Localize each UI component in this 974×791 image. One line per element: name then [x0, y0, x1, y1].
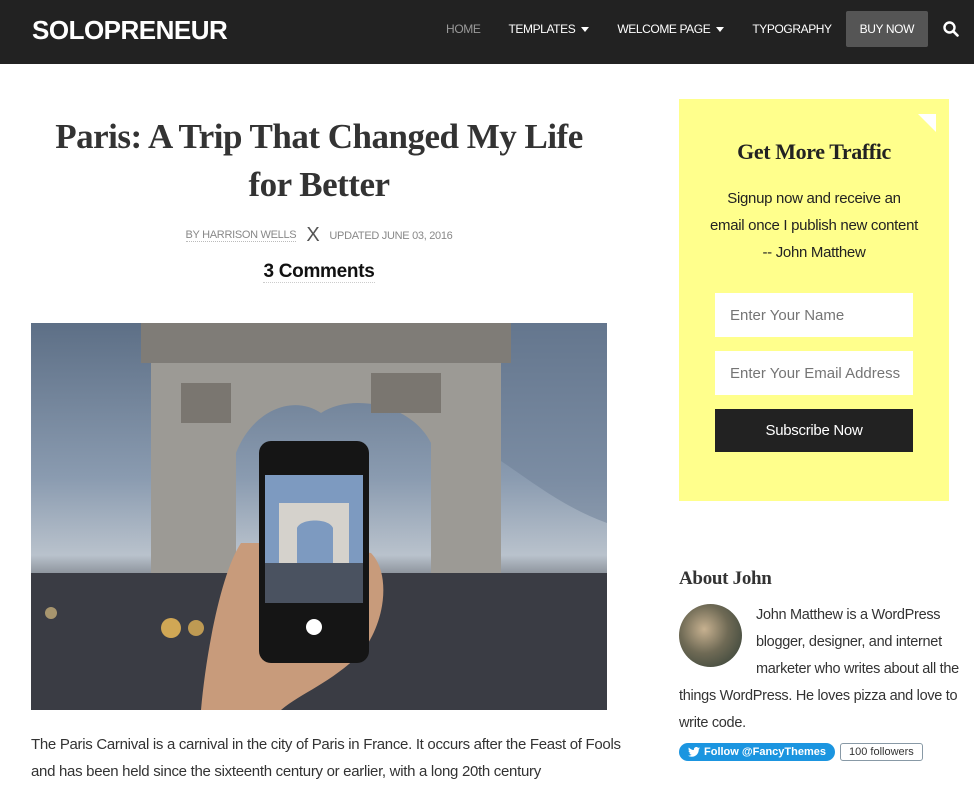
follow-label: Follow @FancyThemes	[704, 746, 826, 758]
nav-typography[interactable]: TYPOGRAPHY	[738, 11, 845, 47]
caret-down-icon	[581, 26, 590, 32]
post-title: Paris: A Trip That Changed My Life for B…	[55, 117, 583, 204]
main-menu: HOME TEMPLATES WELCOME PAGE TYPOGRAPHY B…	[432, 11, 974, 47]
post-meta: BY HARRISON WELLS X UPDATED JUNE 03, 201…	[31, 224, 607, 247]
site-logo[interactable]: SOLOPRENEUR	[32, 15, 228, 46]
followers-count[interactable]: 100 followers	[839, 743, 923, 761]
about-title: About John	[679, 568, 772, 589]
nav-label: TEMPLATES	[508, 22, 576, 36]
nav-label: WELCOME PAGE	[617, 22, 711, 36]
nav-templates[interactable]: TEMPLATES	[494, 11, 603, 47]
corner-fold-icon	[918, 114, 936, 132]
post-body: The Paris Carnival is a carnival in the …	[31, 736, 621, 780]
twitter-follow: Follow @FancyThemes 100 followers	[679, 743, 959, 761]
top-nav: SOLOPRENEUR HOME TEMPLATES WELCOME PAGE …	[0, 0, 974, 64]
name-input[interactable]	[715, 293, 913, 337]
optin-title: Get More Traffic	[737, 139, 891, 164]
subscribe-button[interactable]: Subscribe Now	[715, 409, 913, 452]
twitter-bird-icon	[688, 747, 700, 757]
nav-welcome-page[interactable]: WELCOME PAGE	[603, 11, 738, 47]
comments-link[interactable]: 3 Comments	[263, 261, 375, 283]
caret-down-icon	[716, 26, 725, 32]
search-icon[interactable]	[928, 11, 974, 47]
avatar	[679, 604, 742, 667]
post: Paris: A Trip That Changed My Life for B…	[31, 64, 621, 780]
meta-separator: X	[306, 224, 320, 246]
optin-text: Signup now and receive an email once I p…	[709, 190, 919, 261]
twitter-follow-button[interactable]: Follow @FancyThemes	[679, 743, 835, 761]
updated-date: UPDATED JUNE 03, 2016	[329, 229, 453, 242]
optin-widget: Get More Traffic Signup now and receive …	[679, 99, 949, 501]
buy-now-button[interactable]: BUY NOW	[845, 11, 928, 47]
email-input[interactable]	[715, 351, 913, 395]
about-widget: About John John Matthew is a WordPress b…	[679, 568, 959, 761]
nav-home[interactable]: HOME	[432, 11, 494, 47]
author-link[interactable]: BY HARRISON WELLS	[185, 229, 297, 242]
featured-image	[31, 323, 607, 710]
